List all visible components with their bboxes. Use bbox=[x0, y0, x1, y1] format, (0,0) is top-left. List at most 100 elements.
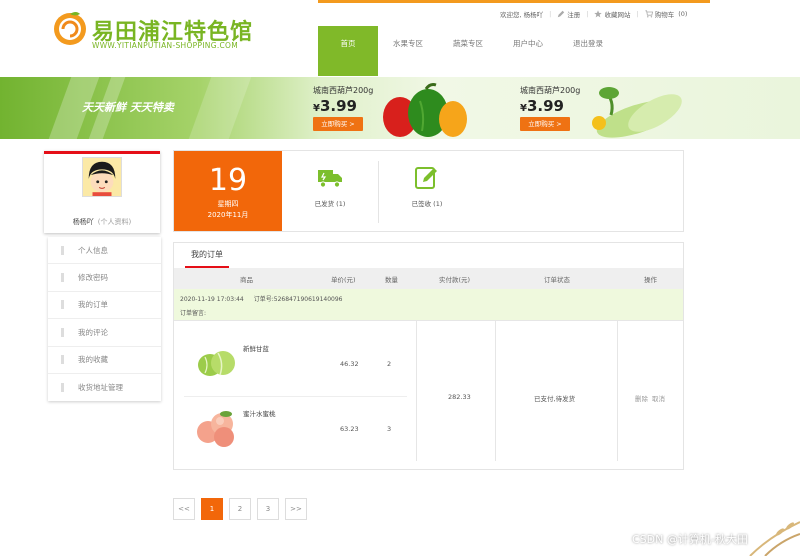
orders-table-header: 商品 单价(元) 数量 实付款(元) 订单状态 操作 bbox=[174, 268, 683, 289]
promo-title: 城南西葫芦200g bbox=[520, 86, 581, 95]
nav-home[interactable]: 首页 bbox=[318, 26, 378, 76]
favorite-link[interactable]: 收藏网站 bbox=[604, 9, 630, 19]
nav-logout[interactable]: 退出登录 bbox=[558, 26, 618, 76]
separator: | bbox=[636, 10, 639, 18]
promo-card: 城南西葫芦200g ¥3.99 立即购买 > bbox=[520, 85, 580, 131]
promo-title: 城南西葫芦200g bbox=[313, 86, 374, 95]
cart-icon bbox=[645, 10, 653, 18]
menu-bar bbox=[61, 300, 64, 310]
buy-now-button[interactable]: 立即购买 > bbox=[520, 117, 570, 131]
order-item: 新鲜甘蓝 46.32 2 bbox=[174, 321, 416, 387]
delete-link[interactable]: 删除 bbox=[635, 395, 648, 403]
shipped-label: 已发货 (1) bbox=[314, 200, 346, 208]
received-label: 已签收 (1) bbox=[411, 200, 443, 208]
edit-box-icon bbox=[415, 167, 437, 189]
peach-image[interactable] bbox=[194, 404, 238, 448]
main-nav: 首页 水果专区 蔬菜专区 用户中心 退出登录 bbox=[318, 26, 618, 76]
side-menu: 个人信息 修改密码 我的订单 我的评论 我的收藏 收货地址管理 bbox=[48, 237, 161, 402]
item-price: 63.23 bbox=[340, 425, 359, 433]
divider bbox=[617, 321, 618, 461]
date-day: 19 bbox=[208, 163, 248, 198]
page-first[interactable]: << bbox=[173, 498, 195, 520]
col-product: 商品 bbox=[240, 276, 253, 284]
menu-item-label: 我的收藏 bbox=[78, 355, 108, 365]
order-item: 蜜汁水蜜桃 63.23 3 bbox=[174, 386, 416, 452]
divider bbox=[416, 321, 417, 461]
menu-item-label: 我的订单 bbox=[78, 300, 108, 310]
promo-card: 城南西葫芦200g ¥3.99 立即购买 > bbox=[313, 85, 373, 131]
col-unit-price: 单价(元) bbox=[331, 276, 356, 284]
cart-count: (0) bbox=[678, 10, 688, 18]
cabbage-image[interactable] bbox=[194, 339, 238, 383]
menu-item-my-favorites[interactable]: 我的收藏 bbox=[48, 347, 161, 374]
menu-item-my-reviews[interactable]: 我的评论 bbox=[48, 319, 161, 347]
star-icon bbox=[594, 10, 603, 18]
menu-item-my-orders[interactable]: 我的订单 bbox=[48, 292, 161, 320]
menu-item-change-password[interactable]: 修改密码 bbox=[48, 264, 161, 292]
item-qty: 3 bbox=[387, 425, 392, 433]
order-paid: 282.33 bbox=[448, 393, 471, 401]
stats-panel: 19 星期四 2020年11月 已发货 (1) 已签收 (1) bbox=[173, 150, 684, 232]
date-weekday: 星期四 bbox=[217, 200, 239, 208]
item-name[interactable]: 蜜汁水蜜桃 bbox=[243, 408, 276, 418]
edit-icon bbox=[558, 10, 565, 18]
tab-my-orders[interactable]: 我的订单 bbox=[185, 243, 229, 268]
shipped-stat[interactable]: 已发货 (1) bbox=[282, 151, 378, 231]
menu-bar bbox=[61, 327, 64, 337]
page-1[interactable]: 1 bbox=[201, 498, 223, 520]
date-box: 19 星期四 2020年11月 bbox=[174, 151, 282, 231]
banner-slogan: 天天新鲜 天天特卖 bbox=[82, 101, 174, 114]
menu-item-label: 个人信息 bbox=[78, 245, 108, 255]
divider bbox=[495, 321, 496, 461]
nav-user-center[interactable]: 用户中心 bbox=[498, 26, 558, 76]
promo-price: ¥3.99 bbox=[313, 97, 357, 115]
menu-bar bbox=[61, 383, 64, 393]
menu-item-label: 修改密码 bbox=[78, 273, 108, 283]
col-paid: 实付款(元) bbox=[439, 276, 471, 284]
pagination: << 1 2 3 >> bbox=[173, 498, 313, 520]
col-qty: 数量 bbox=[385, 276, 398, 284]
menu-item-label: 我的评论 bbox=[78, 327, 108, 337]
promo-banner[interactable]: 天天新鲜 天天特卖 城南西葫芦200g ¥3.99 立即购买 > 城南西葫芦20… bbox=[0, 77, 800, 139]
page-last[interactable]: >> bbox=[285, 498, 307, 520]
menu-item-label: 收货地址管理 bbox=[78, 383, 123, 393]
menu-bar bbox=[61, 355, 64, 365]
orders-panel: 我的订单 商品 单价(元) 数量 实付款(元) 订单状态 操作 2020-11-… bbox=[173, 242, 684, 470]
truck-icon bbox=[318, 170, 342, 188]
menu-bar bbox=[61, 273, 64, 283]
order-datetime: 2020-11-19 17:03:44 bbox=[180, 296, 244, 303]
site-logo[interactable]: 易田浦江特色馆 WWW.YITIANPUTIAN-SHOPPING.COM bbox=[52, 8, 262, 56]
cart-link[interactable]: 购物车 bbox=[655, 9, 675, 19]
profile-card: 杨杨吖 (个人资料) bbox=[44, 151, 160, 233]
welcome-text: 欢迎您, bbox=[500, 11, 522, 19]
zucchini-image bbox=[592, 87, 682, 138]
buy-now-button[interactable]: 立即购买 > bbox=[313, 117, 363, 131]
order-ops: 删除 取消 bbox=[635, 393, 665, 403]
banner-stripe bbox=[188, 77, 252, 139]
pepper-image bbox=[383, 83, 467, 137]
cancel-link[interactable]: 取消 bbox=[652, 395, 665, 403]
profile-username: 杨杨吖 bbox=[72, 218, 94, 226]
site-url: WWW.YITIANPUTIAN-SHOPPING.COM bbox=[92, 41, 239, 50]
promo-price: ¥3.99 bbox=[520, 97, 564, 115]
register-link[interactable]: 注册 bbox=[567, 9, 580, 19]
order-meta: 2020-11-19 17:03:44 订单号:52684719061914009… bbox=[180, 294, 342, 303]
nav-vegetable[interactable]: 蔬菜专区 bbox=[438, 26, 498, 76]
profile-link[interactable]: (个人资料) bbox=[98, 218, 131, 226]
order-note: 订单留言: bbox=[180, 310, 207, 317]
watermark: CSDN @计算机-秋大田 bbox=[632, 533, 748, 546]
menu-item-personal-info[interactable]: 个人信息 bbox=[48, 237, 161, 265]
col-ops: 操作 bbox=[644, 276, 657, 284]
page-3[interactable]: 3 bbox=[257, 498, 279, 520]
order-status: 已支付,待发货 bbox=[534, 395, 576, 403]
received-stat[interactable]: 已签收 (1) bbox=[379, 151, 475, 231]
separator: | bbox=[586, 10, 589, 18]
separator: | bbox=[549, 10, 552, 18]
nav-fruit[interactable]: 水果专区 bbox=[378, 26, 438, 76]
order-header-row: 2020-11-19 17:03:44 订单号:52684719061914009… bbox=[174, 289, 683, 320]
item-name[interactable]: 新鲜甘蓝 bbox=[243, 343, 269, 353]
avatar[interactable] bbox=[82, 157, 122, 197]
username-link[interactable]: 杨杨吖 bbox=[524, 9, 544, 19]
menu-item-address[interactable]: 收货地址管理 bbox=[48, 374, 161, 401]
page-2[interactable]: 2 bbox=[229, 498, 251, 520]
